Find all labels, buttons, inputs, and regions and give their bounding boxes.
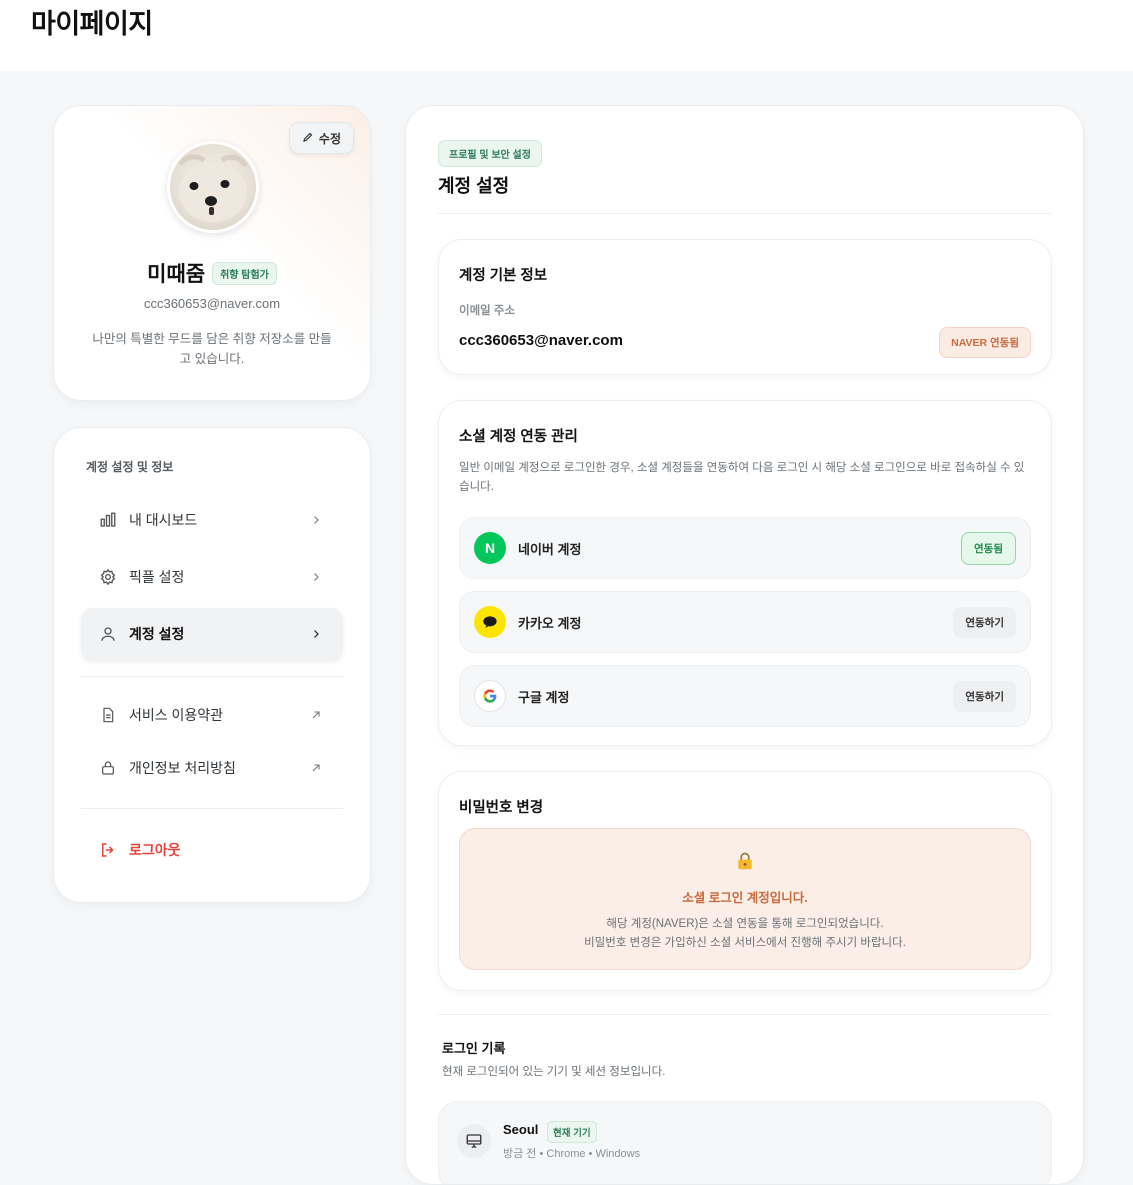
notice-line: 해당 계정(NAVER)은 소셜 연동을 통해 로그인되었습니다. xyxy=(606,918,884,930)
document-icon xyxy=(99,706,117,724)
lock-icon xyxy=(99,759,117,777)
device-meta: 방금 전 • Chrome • Windows xyxy=(503,1148,641,1160)
chevron-right-icon xyxy=(307,568,325,586)
lock-icon xyxy=(736,851,754,876)
profile-bio: 나만의 특별한 무드를 담은 취향 저장소를 만들고 있습니다. xyxy=(92,332,332,366)
sidebar-item-terms[interactable]: 서비스 이용약관 xyxy=(81,689,343,741)
menu-divider xyxy=(81,808,343,809)
naver-linked-badge: NAVER 연동됨 xyxy=(939,327,1031,358)
pencil-icon xyxy=(302,131,314,146)
sidebar-item-pickple-settings[interactable]: 픽플 설정 xyxy=(81,551,343,603)
settings-menu-card: 계정 설정 및 정보 내 대시보드 픽플 설정 계정 설정 서비스 이용약관 개… xyxy=(53,427,371,903)
sidebar-item-label: 내 대시보드 xyxy=(129,512,198,528)
name-row: 미때줌 취향 탐험가 xyxy=(54,258,370,288)
section-divider xyxy=(438,1014,1051,1015)
page-header: 마이페이지 xyxy=(0,0,1133,71)
chevron-right-icon xyxy=(307,511,325,529)
social-row-kakao: 카카오 계정 연동하기 xyxy=(459,591,1031,653)
monitor-icon xyxy=(457,1124,491,1158)
account-email: ccc360653@naver.com xyxy=(459,332,623,349)
notice-title: 소셜 로그인 계정입니다. xyxy=(682,891,808,905)
sidebar-item-label: 계정 설정 xyxy=(129,626,185,642)
sidebar-item-label: 픽플 설정 xyxy=(129,569,185,585)
kakao-icon xyxy=(474,606,506,638)
chevron-right-icon xyxy=(307,625,325,643)
logout-button[interactable]: 로그아웃 xyxy=(81,824,343,876)
notice-description: 해당 계정(NAVER)은 소셜 연동을 통해 로그인되었습니다. 비밀번호 변… xyxy=(460,915,1030,953)
login-log-description: 현재 로그인되어 있는 기기 및 세션 정보입니다. xyxy=(442,1066,666,1078)
page-title: 마이페이지 xyxy=(31,9,153,39)
password-section: 비밀번호 변경 소셜 로그인 계정입니다. 해당 계정(NAVER)은 소셜 연… xyxy=(438,771,1052,991)
profile-name: 미때줌 xyxy=(147,263,206,286)
menu-title: 계정 설정 및 정보 xyxy=(86,460,174,474)
breadcrumb: 프로필 및 보안 설정 xyxy=(438,140,542,167)
account-settings-panel: 프로필 및 보안 설정 계정 설정 계정 기본 정보 이메일 주소 ccc360… xyxy=(405,105,1084,1185)
password-title: 비밀번호 변경 xyxy=(459,800,544,816)
social-login-notice: 소셜 로그인 계정입니다. 해당 계정(NAVER)은 소셜 연동을 통해 로그… xyxy=(459,828,1031,970)
external-link-icon xyxy=(307,706,325,724)
naver-linked-button[interactable]: 연동됨 xyxy=(961,531,1016,565)
logout-label: 로그아웃 xyxy=(129,842,181,858)
profile-tag-badge: 취향 탐험가 xyxy=(212,261,277,285)
edit-label: 수정 xyxy=(318,131,341,146)
menu-divider xyxy=(81,676,343,677)
social-row-naver: N 네이버 계정 연동됨 xyxy=(459,517,1031,579)
social-title: 소셜 계정 연동 관리 xyxy=(459,429,578,445)
sidebar-item-label: 개인정보 처리방침 xyxy=(129,760,236,776)
social-accounts-section: 소셜 계정 연동 관리 일반 이메일 계정으로 로그인한 경우, 소셜 계정들을… xyxy=(438,400,1052,746)
sidebar-item-privacy-policy[interactable]: 개인정보 처리방침 xyxy=(81,742,343,794)
email-label: 이메일 주소 xyxy=(459,305,516,317)
title-divider xyxy=(438,213,1051,214)
social-description: 일반 이메일 계정으로 로그인한 경우, 소셜 계정들을 연동하여 다음 로그인… xyxy=(459,462,1025,493)
social-row-google: 구글 계정 연동하기 xyxy=(459,665,1031,727)
section-title: 계정 설정 xyxy=(438,176,510,196)
social-account-label: 카카오 계정 xyxy=(518,615,582,631)
gear-icon xyxy=(99,568,117,586)
profile-email: ccc360653@naver.com xyxy=(143,296,281,311)
avatar xyxy=(167,141,259,233)
sidebar-item-label: 서비스 이용약관 xyxy=(129,707,224,723)
external-link-icon xyxy=(307,759,325,777)
profile-card: 수정 미때줌 취향 탐험가 ccc360653@naver.com 나만의 특별… xyxy=(53,105,371,401)
naver-logo-icon: N xyxy=(474,532,506,564)
notice-line: 비밀번호 변경은 가입하신 소셜 서비스에서 진행해 주시기 바랍니다. xyxy=(584,937,906,949)
edit-profile-button[interactable]: 수정 xyxy=(288,122,354,154)
sidebar-item-dashboard[interactable]: 내 대시보드 xyxy=(81,494,343,546)
google-icon xyxy=(474,680,506,712)
basic-info-title: 계정 기본 정보 xyxy=(459,268,548,284)
social-account-label: 네이버 계정 xyxy=(518,541,582,557)
google-link-button[interactable]: 연동하기 xyxy=(953,680,1016,712)
basic-info-section: 계정 기본 정보 이메일 주소 ccc360653@naver.com NAVE… xyxy=(438,239,1052,375)
current-device-badge: 현재 기기 xyxy=(547,1121,597,1143)
sidebar-item-account-settings[interactable]: 계정 설정 xyxy=(81,608,343,660)
logout-icon xyxy=(99,841,117,859)
social-account-label: 구글 계정 xyxy=(518,689,570,705)
device-session-row: Seoul 현재 기기 방금 전 • Chrome • Windows xyxy=(438,1101,1052,1184)
bar-chart-icon xyxy=(99,511,117,529)
user-icon xyxy=(99,625,117,643)
login-log-title: 로그인 기록 xyxy=(442,1041,506,1056)
device-city: Seoul xyxy=(503,1122,539,1137)
kakao-link-button[interactable]: 연동하기 xyxy=(953,606,1016,638)
